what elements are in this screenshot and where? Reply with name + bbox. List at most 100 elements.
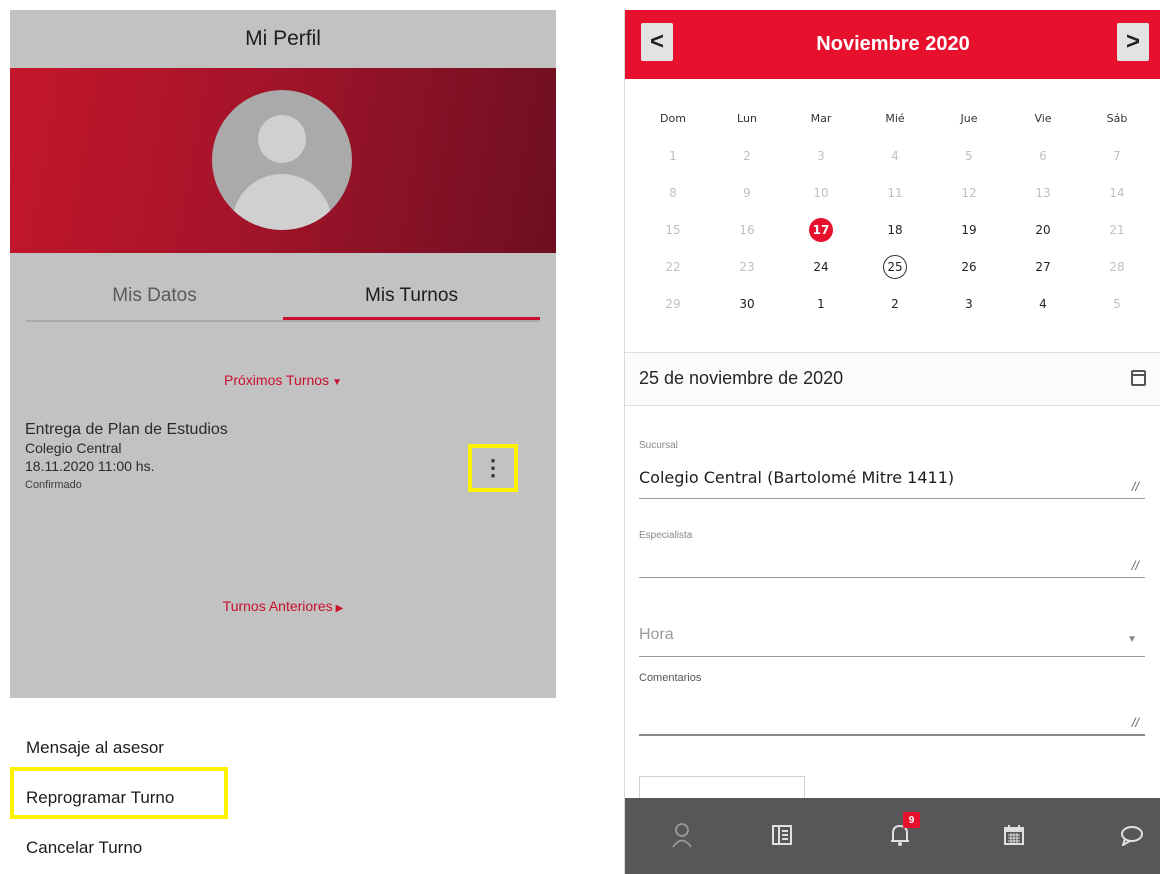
weekday-label: Lun — [737, 112, 757, 125]
selected-date-bar: 25 de noviembre de 2020 — [625, 352, 1160, 406]
profile-screen: Mi Perfil Mis Datos Mis Turnos Próximos … — [10, 10, 556, 874]
chat-icon[interactable] — [1115, 818, 1149, 852]
calendar-day[interactable]: 26 — [933, 248, 1005, 285]
news-icon[interactable] — [765, 818, 799, 852]
page-title: Mi Perfil — [245, 27, 321, 50]
sucursal-field[interactable]: Sucursal Colegio Central (Bartolomé Mitr… — [639, 440, 1145, 499]
calendar-day: 29 — [665, 296, 681, 311]
calendar-day: 4 — [891, 148, 899, 163]
calendar-day[interactable]: 19 — [933, 211, 1005, 248]
upcoming-appointments-label: Próximos Turnos — [224, 372, 330, 388]
weekday-label: Sáb — [1106, 112, 1128, 125]
bottom-nav: 9 — [625, 798, 1160, 874]
comentarios-label: Comentarios — [639, 672, 702, 684]
month-title: Noviembre 2020 — [816, 33, 970, 55]
calendar-day: 22 — [665, 259, 681, 274]
dropdown-arrow-icon[interactable]: ▼ — [1127, 634, 1137, 645]
weekday-label: Jue — [960, 112, 978, 125]
appointment-location: Colegio Central — [25, 440, 122, 456]
user-icon[interactable] — [665, 818, 699, 852]
appointment-status: Confirmado — [25, 479, 82, 491]
appointment-datetime: 18.11.2020 11:00 hs. — [25, 458, 155, 474]
comentarios-field[interactable]: Comentarios // — [639, 672, 1145, 736]
calendar-day: 16 — [739, 222, 755, 237]
appointment-item: Entrega de Plan de Estudios Colegio Cent… — [25, 420, 465, 495]
appointment-title: Entrega de Plan de Estudios — [25, 421, 228, 438]
avatar-body-shape — [232, 174, 332, 230]
calendar-day: 8 — [669, 185, 677, 200]
calendar-day: 23 — [739, 259, 755, 274]
cancel-option[interactable]: Cancelar Turno — [26, 838, 142, 858]
resize-handle-icon[interactable]: // — [1132, 558, 1139, 573]
calendar-day: 28 — [1109, 259, 1125, 274]
resize-handle-icon[interactable]: // — [1132, 715, 1139, 730]
weekday-label: Vie — [1034, 112, 1052, 125]
week-row: 1 2 3 4 5 6 7 — [637, 137, 1153, 174]
selected-date: 25 de noviembre de 2020 — [639, 368, 844, 388]
calendar-day[interactable]: 2 — [859, 285, 931, 322]
calendar-day: 7 — [1113, 148, 1121, 163]
more-options-icon[interactable]: ⋮ — [468, 444, 518, 492]
calendar-day[interactable]: 4 — [1007, 285, 1079, 322]
calendar-day[interactable]: 30 — [711, 285, 783, 322]
tab-mis-turnos[interactable]: Mis Turnos — [283, 275, 540, 320]
calendar-day: 21 — [1109, 222, 1125, 237]
calendar-day[interactable]: 27 — [1007, 248, 1079, 285]
weekday-label: Dom — [660, 112, 686, 125]
past-appointments-toggle[interactable]: Turnos Anteriores ▶ — [10, 598, 556, 614]
calendar-day[interactable]: 1 — [785, 285, 857, 322]
calendar-day: 3 — [817, 148, 825, 163]
calendar-day: 13 — [1035, 185, 1051, 200]
notification-badge: 9 — [903, 812, 920, 828]
week-row: 29 30 1 2 3 4 5 — [637, 285, 1153, 322]
calendar-day: 6 — [1039, 148, 1047, 163]
especialista-field[interactable]: Especialista // — [639, 530, 1145, 578]
calendar-day: 5 — [965, 148, 973, 163]
resize-handle-icon[interactable]: // — [1132, 479, 1139, 494]
calendar-day[interactable]: 3 — [933, 285, 1005, 322]
today-day-marker[interactable]: 17 — [809, 217, 833, 242]
calendar-day: 5 — [1113, 296, 1121, 311]
tab-mis-datos[interactable]: Mis Datos — [26, 275, 283, 320]
reschedule-highlight — [10, 767, 228, 819]
send-message-option[interactable]: Mensaje al asesor — [26, 738, 164, 758]
caret-right-icon: ▶ — [335, 603, 344, 614]
calendar-day: 11 — [887, 185, 903, 200]
caret-down-icon: ▼ — [332, 377, 342, 388]
week-row: 15 16 17 18 19 20 21 — [637, 211, 1153, 248]
calendar-grid: Dom Lun Mar Mié Jue Vie Sáb 1 2 3 4 5 6 7 8 9 10 11 12 13 14… — [637, 100, 1153, 322]
prev-month-button[interactable]: < — [641, 23, 673, 61]
calendar-day: 15 — [665, 222, 681, 237]
calendar-day: 9 — [743, 185, 751, 200]
calendar-day: 1 — [669, 148, 677, 163]
bell-icon[interactable]: 9 — [883, 812, 920, 852]
calendar-day[interactable]: 24 — [785, 248, 857, 285]
calendar-day[interactable]: 25 — [859, 248, 931, 285]
calendar-day[interactable]: 18 — [859, 211, 931, 248]
hora-label: Hora — [639, 626, 674, 643]
scheduling-screen: < Noviembre 2020 > Dom Lun Mar Mié Jue Vie Sáb… — [624, 10, 1160, 874]
especialista-label: Especialista — [639, 530, 693, 541]
week-row: 22 23 24 25 26 27 28 — [637, 248, 1153, 285]
calendar-day[interactable]: 17 — [785, 211, 857, 248]
selected-day-marker[interactable]: 25 — [883, 254, 907, 279]
calendar-day: 2 — [743, 148, 751, 163]
weekday-label: Mar — [810, 112, 832, 125]
weekday-label: Mié — [885, 112, 905, 125]
upcoming-appointments-toggle[interactable]: Próximos Turnos ▼ — [10, 372, 556, 388]
calendar-day: 14 — [1109, 185, 1125, 200]
calendar-day: 12 — [961, 185, 977, 200]
avatar[interactable] — [212, 90, 352, 230]
calendar-icon[interactable] — [1131, 370, 1146, 386]
calendar-day[interactable]: 20 — [1007, 211, 1079, 248]
week-row: 8 9 10 11 12 13 14 — [637, 174, 1153, 211]
avatar-head-shape — [258, 115, 306, 163]
calendar-header: < Noviembre 2020 > — [625, 10, 1160, 79]
past-appointments-label: Turnos Anteriores — [222, 598, 333, 614]
sucursal-value[interactable]: Colegio Central (Bartolomé Mitre 1411) — [639, 468, 954, 487]
profile-banner — [10, 68, 556, 253]
calendar-icon[interactable] — [997, 818, 1031, 852]
hora-select[interactable]: Hora ▼ — [639, 618, 1145, 657]
next-month-button[interactable]: > — [1117, 23, 1149, 61]
profile-tabs: Mis Datos Mis Turnos — [26, 275, 540, 322]
